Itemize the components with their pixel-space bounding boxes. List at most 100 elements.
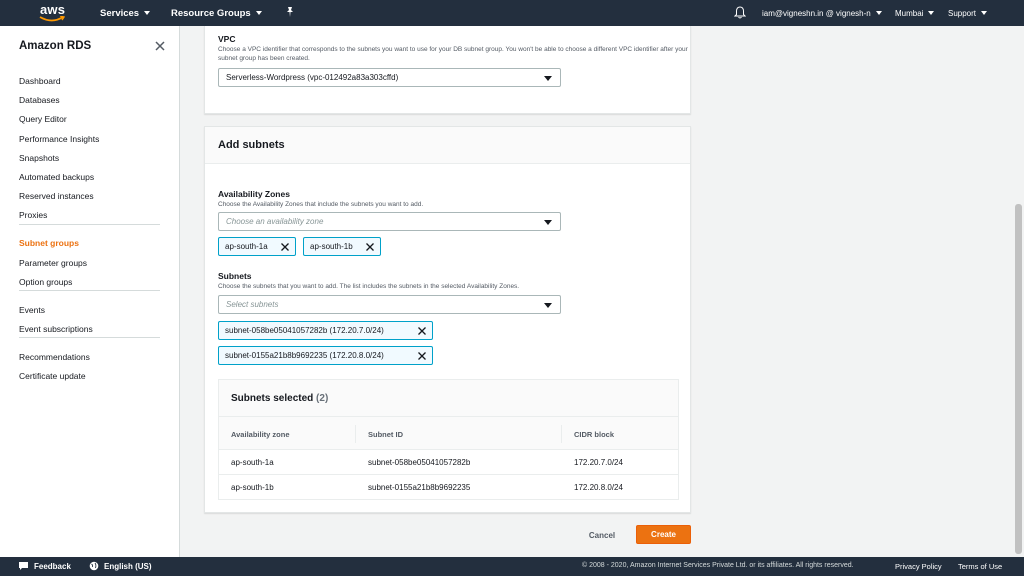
sidebar-item-automated-backups[interactable]: Automated backups [19, 172, 94, 182]
sidebar-item-snapshots[interactable]: Snapshots [19, 153, 59, 163]
sidebar-item-events[interactable]: Events [19, 305, 45, 315]
region-label: Mumbai [895, 8, 924, 18]
table-title-text: Subnets selected [231, 393, 314, 404]
services-label: Services [100, 7, 140, 19]
cell-subnet-id: subnet-0155a21b8b9692235 [368, 483, 471, 492]
resource-groups-menu[interactable]: Resource Groups [171, 8, 262, 19]
terms-of-use-link[interactable]: Terms of Use [958, 562, 1002, 571]
table-count: (2) [316, 393, 329, 404]
sidebar-item-parameter-groups[interactable]: Parameter groups [19, 258, 87, 268]
globe-icon [89, 561, 99, 571]
bell-icon[interactable] [734, 6, 746, 19]
availability-zone-placeholder: Choose an availability zone [226, 217, 324, 226]
add-subnets-title: Add subnets [218, 139, 285, 151]
sidebar-divider [19, 337, 160, 339]
sidebar-item-event-subscriptions[interactable]: Event subscriptions [19, 324, 93, 334]
scrollbar-thumb[interactable] [1015, 204, 1022, 554]
sidebar-item-option-groups[interactable]: Option groups [19, 277, 72, 287]
aws-logo[interactable]: aws [36, 0, 100, 26]
column-header-subnet-id[interactable]: Subnet ID [368, 430, 403, 439]
sidebar: Amazon RDS Dashboard Databases Query Edito… [0, 26, 180, 557]
cancel-button[interactable]: Cancel [580, 526, 624, 545]
subnet-token-label: subnet-058be05041057282b (172.20.7.0/24) [225, 326, 384, 335]
sidebar-item-performance-insights[interactable]: Performance Insights [19, 134, 99, 144]
remove-icon[interactable] [280, 242, 290, 252]
support-menu[interactable]: Support [948, 8, 988, 18]
cell-availability-zone: ap-south-1b [231, 483, 274, 492]
copyright-text: © 2008 - 2020, Amazon Internet Services … [582, 562, 854, 569]
sidebar-item-reserved-instances[interactable]: Reserved instances [19, 191, 94, 201]
support-label: Support [948, 8, 977, 18]
sidebar-divider [19, 223, 160, 225]
account-label: iam@vigneshn.in @ vignesh-n [762, 8, 871, 18]
pin-icon[interactable] [284, 6, 296, 18]
availability-zones-label: Availability Zones [218, 189, 290, 199]
remove-icon[interactable] [417, 351, 427, 361]
column-divider [561, 425, 562, 443]
chevron-down-icon [928, 11, 935, 15]
table-row: ap-south-1b subnet-0155a21b8b9692235 172… [219, 475, 678, 500]
sidebar-title: Amazon RDS [19, 40, 92, 52]
table-column-headers: Availability zone Subnet ID CIDR block [219, 417, 678, 450]
close-icon[interactable] [154, 40, 166, 52]
sidebar-item-subnet-groups[interactable]: Subnet groups [19, 238, 79, 248]
subnet-token: subnet-0155a21b8b9692235 (172.20.8.0/24) [218, 346, 433, 365]
top-navigation: aws Services Resource Groups iam@vignesh… [0, 0, 1024, 26]
subnets-selected-table: Subnets selected (2) Availability zone S… [218, 379, 679, 500]
availability-zone-select[interactable]: Choose an availability zone [218, 212, 561, 231]
sidebar-item-query-editor[interactable]: Query Editor [19, 114, 67, 124]
sidebar-item-recommendations[interactable]: Recommendations [19, 352, 90, 362]
language-selector[interactable]: English (US) [89, 561, 152, 571]
account-menu[interactable]: iam@vigneshn.in @ vignesh-n [762, 9, 882, 18]
dropdown-arrow-icon [544, 303, 552, 308]
subnets-label: Subnets [218, 271, 252, 281]
column-header-cidr-block[interactable]: CIDR block [574, 430, 614, 439]
cell-availability-zone: ap-south-1a [231, 458, 274, 467]
speech-bubble-icon [19, 562, 28, 570]
chevron-down-icon [981, 11, 988, 15]
sidebar-divider [19, 290, 160, 291]
subnets-placeholder: Select subnets [226, 300, 279, 309]
sidebar-item-databases[interactable]: Databases [19, 95, 60, 105]
aws-smile-icon [39, 16, 65, 22]
subnet-token-label: subnet-0155a21b8b9692235 (172.20.8.0/24) [225, 351, 384, 360]
remove-icon[interactable] [365, 242, 375, 252]
table-title: Subnets selected (2) [231, 393, 328, 404]
az-token: ap-south-1a [218, 237, 296, 256]
column-header-availability-zone[interactable]: Availability zone [231, 430, 290, 439]
footer-bar: Feedback English (US) © 2008 - 2020, Ama… [0, 557, 1024, 576]
feedback-label: Feedback [34, 561, 71, 571]
feedback-button[interactable]: Feedback [18, 561, 71, 571]
sidebar-item-dashboard[interactable]: Dashboard [19, 76, 61, 86]
cell-cidr-block: 172.20.7.0/24 [574, 458, 623, 467]
vpc-label: VPC [218, 34, 236, 44]
vpc-hint: Choose a VPC identifier that corresponds… [218, 46, 688, 62]
subnets-select[interactable]: Select subnets [218, 295, 561, 314]
sidebar-item-certificate-update[interactable]: Certificate update [19, 371, 86, 381]
subnets-hint: Choose the subnets that you want to add.… [218, 283, 520, 290]
az-token: ap-south-1b [303, 237, 381, 256]
sidebar-item-proxies[interactable]: Proxies [19, 210, 47, 220]
column-divider [355, 425, 356, 443]
vpc-select-value: Serverless-Wordpress (vpc-012492a83a303c… [226, 73, 399, 82]
language-label: English (US) [104, 561, 152, 571]
dropdown-arrow-icon [544, 76, 552, 81]
chevron-down-icon [144, 11, 151, 15]
vpc-panel: VPC Choose a VPC identifier that corresp… [204, 26, 691, 114]
privacy-policy-link[interactable]: Privacy Policy [895, 562, 942, 571]
aws-logo-text: aws [40, 2, 66, 17]
region-menu[interactable]: Mumbai [895, 8, 935, 18]
cell-cidr-block: 172.20.8.0/24 [574, 483, 623, 492]
dropdown-arrow-icon [544, 220, 552, 225]
table-row: ap-south-1a subnet-058be05041057282b 172… [219, 450, 678, 475]
cell-subnet-id: subnet-058be05041057282b [368, 458, 471, 467]
availability-zones-hint: Choose the Availability Zones that inclu… [218, 201, 424, 208]
vpc-select[interactable]: Serverless-Wordpress (vpc-012492a83a303c… [218, 68, 561, 87]
subnet-token: subnet-058be05041057282b (172.20.7.0/24) [218, 321, 433, 340]
add-subnets-header: Add subnets [205, 127, 690, 164]
az-token-label: ap-south-1b [310, 242, 353, 251]
create-button[interactable]: Create [636, 525, 691, 544]
remove-icon[interactable] [417, 326, 427, 336]
chevron-down-icon [875, 11, 882, 15]
services-menu[interactable]: Services [100, 7, 151, 19]
